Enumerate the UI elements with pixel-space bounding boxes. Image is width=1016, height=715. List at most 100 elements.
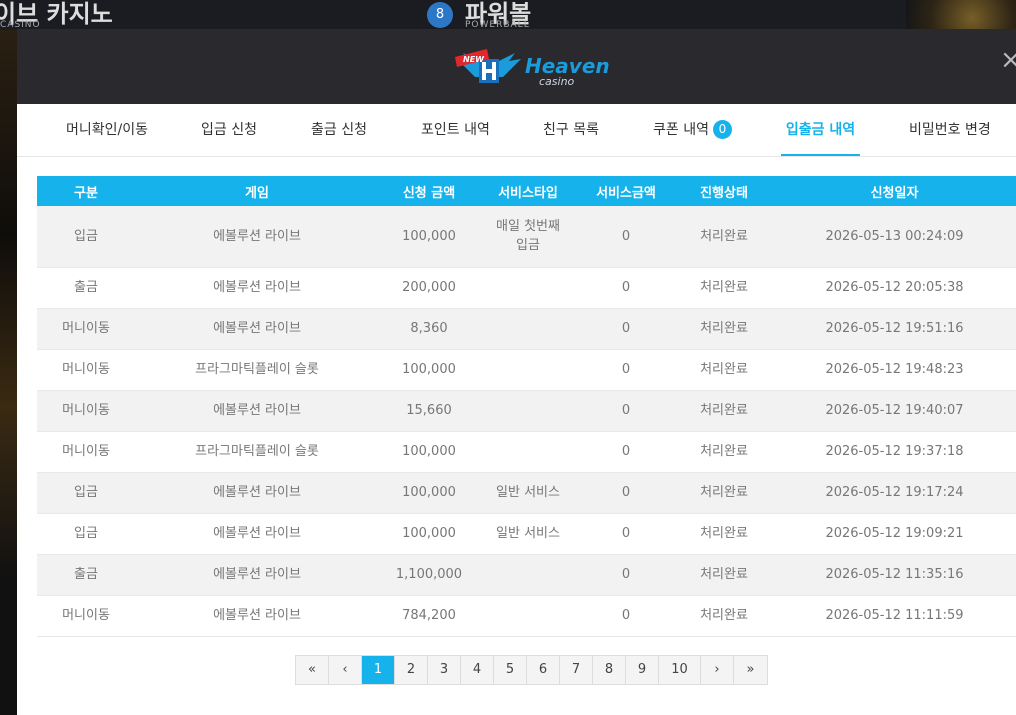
tab-coupon-history[interactable]: 쿠폰 내역 0	[653, 104, 732, 156]
cell-service-amount: 0	[577, 513, 675, 555]
transaction-table-container: 구분 게임 신청 금액 서비스타입 서비스금액 진행상태 신청일자 입금 에볼루션…	[37, 176, 1016, 637]
next-page-button[interactable]: ›	[701, 656, 734, 684]
cell-status: 처리완료	[675, 554, 773, 596]
cell-date: 2026-05-13 00:24:09	[773, 206, 1016, 268]
heaven-casino-logo: NEW Heaven casino	[455, 49, 610, 88]
table-row: 머니이동 에볼루션 라이브 8,360 0 처리완료 2026-05-12 19:51:1…	[37, 308, 1016, 350]
tab-money-check[interactable]: 머니확인/이동	[66, 104, 148, 156]
cell-amount: 100,000	[379, 431, 479, 473]
table-row: 출금 에볼루션 라이브 200,000 0 처리완료 2026-05-12 20:05:3…	[37, 267, 1016, 309]
cell-type: 입금	[37, 513, 135, 555]
column-header-date: 신청일자	[773, 176, 1016, 206]
cell-game: 에볼루션 라이브	[135, 267, 379, 309]
cell-type: 머니이동	[37, 308, 135, 350]
cell-type: 입금	[37, 206, 135, 268]
table-row: 머니이동 프라그마틱플레이 슬롯 100,000 0 처리완료 2026-05-12 19…	[37, 431, 1016, 473]
tab-withdraw-request[interactable]: 출금 신청	[311, 104, 367, 156]
cell-type: 출금	[37, 267, 135, 309]
pagination: « ‹ 1 2 3 4 5 6 7 8 9 10 › »	[295, 655, 768, 685]
cell-game: 에볼루션 라이브	[135, 513, 379, 555]
page-button[interactable]: 5	[494, 656, 527, 684]
cell-amount: 784,200	[379, 595, 479, 637]
cell-amount: 100,000	[379, 206, 479, 268]
table-row: 입금 에볼루션 라이브 100,000 일반 서비스 0 처리완료 2026-05-12 1…	[37, 513, 1016, 555]
cell-service-amount: 0	[577, 267, 675, 309]
cell-date: 2026-05-12 19:09:21	[773, 513, 1016, 555]
tab-label: 포인트 내역	[421, 122, 490, 138]
cell-service-amount: 0	[577, 554, 675, 596]
table-row: 출금 에볼루션 라이브 1,100,000 0 처리완료 2026-05-12 11:35…	[37, 554, 1016, 596]
first-page-button[interactable]: «	[296, 656, 329, 684]
cell-amount: 1,100,000	[379, 554, 479, 596]
tab-friend-list[interactable]: 친구 목록	[543, 104, 599, 156]
cell-service-amount: 0	[577, 308, 675, 350]
last-page-button[interactable]: »	[734, 656, 767, 684]
modal-header: NEW Heaven casino ×	[17, 29, 1016, 104]
cell-amount: 8,360	[379, 308, 479, 350]
column-header-type: 구분	[37, 176, 135, 206]
cell-service-type	[479, 349, 577, 391]
table-row: 머니이동 프라그마틱플레이 슬롯 100,000 0 처리완료 2026-05-12 19…	[37, 349, 1016, 391]
cell-status: 처리완료	[675, 595, 773, 637]
page-button[interactable]: 9	[626, 656, 659, 684]
cell-service-amount: 0	[577, 472, 675, 514]
tab-label: 머니확인/이동	[66, 122, 148, 138]
page-button[interactable]: 7	[560, 656, 593, 684]
cell-game: 에볼루션 라이브	[135, 206, 379, 268]
cell-game: 에볼루션 라이브	[135, 390, 379, 432]
tab-label: 친구 목록	[543, 122, 599, 138]
tab-transaction-history[interactable]: 입출금 내역	[781, 104, 860, 156]
table-row: 입금 에볼루션 라이브 100,000 매일 첫번째 입금 0 처리완료 2026-05-1…	[37, 206, 1016, 268]
cell-service-type: 매일 첫번째 입금	[479, 206, 577, 268]
prev-page-button[interactable]: ‹	[329, 656, 362, 684]
coupon-count-badge: 0	[712, 120, 732, 139]
tab-label: 쿠폰 내역	[653, 122, 709, 138]
background-side-strip	[0, 30, 18, 715]
tab-label: 출금 신청	[311, 122, 367, 138]
tab-label: 입금 신청	[201, 122, 257, 138]
cell-amount: 200,000	[379, 267, 479, 309]
cell-service-type	[479, 431, 577, 473]
cell-status: 처리완료	[675, 513, 773, 555]
close-icon[interactable]: ×	[1000, 47, 1016, 73]
page-button[interactable]: 2	[395, 656, 428, 684]
column-header-amount: 신청 금액	[379, 176, 479, 206]
cell-game: 에볼루션 라이브	[135, 595, 379, 637]
cell-service-type	[479, 554, 577, 596]
cell-type: 머니이동	[37, 431, 135, 473]
cell-date: 2026-05-12 19:37:18	[773, 431, 1016, 473]
cell-status: 처리완료	[675, 206, 773, 268]
page-button[interactable]: 10	[659, 656, 701, 684]
cell-date: 2026-05-12 19:17:24	[773, 472, 1016, 514]
cell-amount: 100,000	[379, 513, 479, 555]
cell-date: 2026-05-12 19:48:23	[773, 349, 1016, 391]
cell-game: 에볼루션 라이브	[135, 472, 379, 514]
cell-type: 머니이동	[37, 349, 135, 391]
cell-date: 2026-05-12 11:35:16	[773, 554, 1016, 596]
cell-game: 프라그마틱플레이 슬롯	[135, 431, 379, 473]
logo-new-badge: NEW	[463, 55, 485, 64]
logo-brand-sub: casino	[539, 75, 575, 88]
tab-label: 비밀번호 변경	[909, 122, 991, 138]
cell-date: 2026-05-12 11:11:59	[773, 595, 1016, 637]
tab-point-history[interactable]: 포인트 내역	[421, 104, 490, 156]
tab-deposit-request[interactable]: 입금 신청	[201, 104, 257, 156]
cell-date: 2026-05-12 19:40:07	[773, 390, 1016, 432]
cell-service-amount: 0	[577, 431, 675, 473]
cell-service-type: 일반 서비스	[479, 472, 577, 514]
page-button[interactable]: 3	[428, 656, 461, 684]
cell-amount: 15,660	[379, 390, 479, 432]
cell-service-amount: 0	[577, 390, 675, 432]
powerball-ball-icon: 8	[427, 2, 453, 28]
cell-type: 출금	[37, 554, 135, 596]
page-button[interactable]: 1	[362, 656, 395, 684]
cell-service-type: 일반 서비스	[479, 513, 577, 555]
page-button[interactable]: 6	[527, 656, 560, 684]
cell-date: 2026-05-12 20:05:38	[773, 267, 1016, 309]
table-body: 입금 에볼루션 라이브 100,000 매일 첫번째 입금 0 처리완료 2026-05-1…	[37, 206, 1016, 637]
cell-type: 머니이동	[37, 390, 135, 432]
table-header: 구분 게임 신청 금액 서비스타입 서비스금액 진행상태 신청일자	[37, 176, 1016, 206]
tab-change-password[interactable]: 비밀번호 변경	[909, 104, 991, 156]
page-button[interactable]: 8	[593, 656, 626, 684]
page-button[interactable]: 4	[461, 656, 494, 684]
